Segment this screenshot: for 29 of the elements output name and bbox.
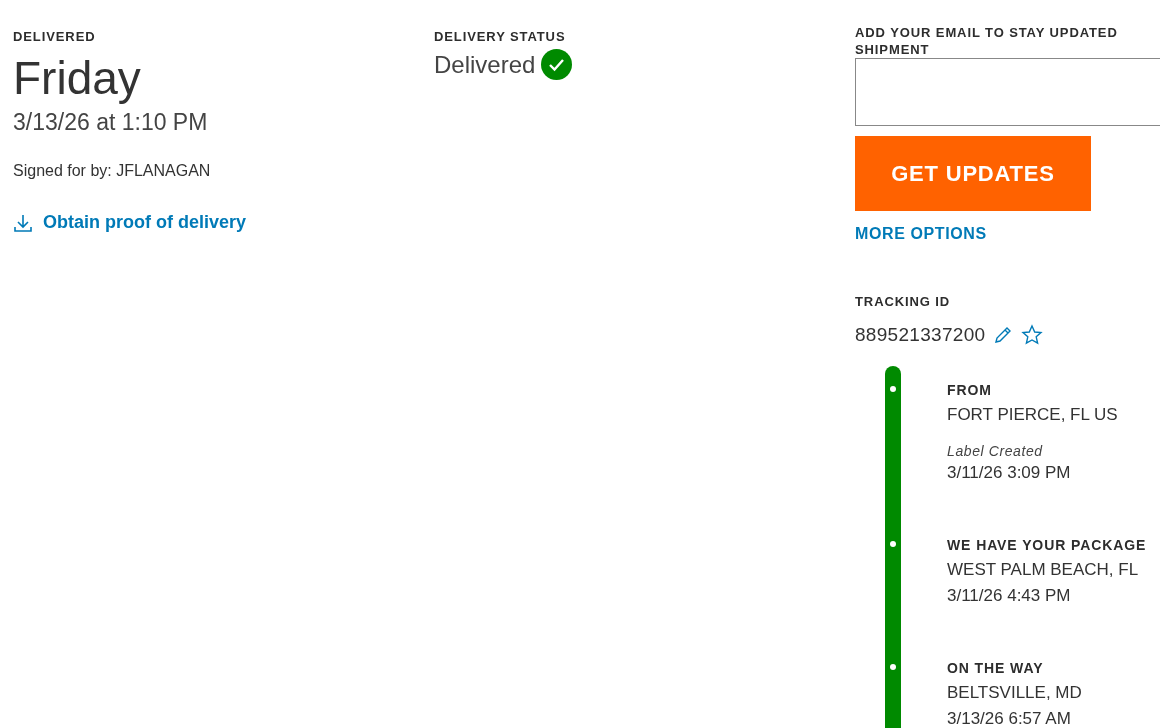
- tracking-id-label: TRACKING ID: [855, 293, 952, 310]
- signed-for-text: Signed for by: JFLANAGAN: [13, 162, 212, 180]
- section-label: DELIVERED: [13, 28, 97, 45]
- email-label: SHIPMENT: [855, 41, 931, 58]
- event-time: 3/11/26 3:09 PM: [947, 463, 1072, 483]
- delivery-datetime: 3/13/26 at 1:10 PM: [13, 109, 209, 136]
- timeline-dot: [890, 386, 896, 392]
- proof-of-delivery-link[interactable]: Obtain proof of delivery: [43, 212, 247, 233]
- status-text: Delivered: [434, 50, 536, 79]
- event-time: 3/13/26 6:57 AM: [947, 709, 1072, 728]
- event-note: Label Created: [947, 443, 1044, 459]
- email-field[interactable]: [855, 58, 1160, 126]
- delivery-day: Friday: [13, 51, 434, 105]
- event-location: BELTSVILLE, MD: [947, 683, 1083, 703]
- star-icon[interactable]: [1021, 324, 1044, 346]
- download-icon[interactable]: [13, 212, 33, 233]
- email-label: ADD YOUR EMAIL TO STAY UPDATED: [855, 24, 1119, 41]
- tracking-number: 889521337200: [855, 324, 986, 346]
- event-title: FROM: [947, 382, 993, 399]
- get-updates-button[interactable]: GET UPDATES: [855, 136, 1091, 211]
- event-title: WE HAVE YOUR PACKAGE: [947, 537, 1148, 554]
- event-location: FORT PIERCE, FL US: [947, 405, 1119, 425]
- event-time: 3/11/26 4:43 PM: [947, 586, 1072, 606]
- timeline-dot: [890, 541, 896, 547]
- timeline-dot: [890, 664, 896, 670]
- section-label: DELIVERY STATUS: [434, 28, 567, 45]
- event-location: WEST PALM BEACH, FL: [947, 560, 1140, 580]
- event-title: ON THE WAY: [947, 660, 1045, 677]
- more-options-link[interactable]: MORE OPTIONS: [855, 225, 1160, 243]
